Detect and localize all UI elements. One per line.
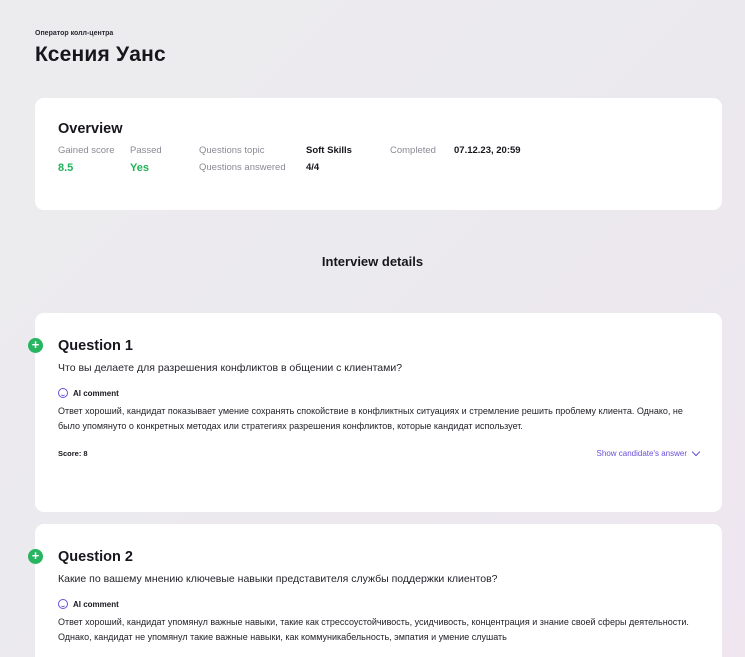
overview-title: Overview	[58, 121, 123, 137]
question-score: Score: 8	[58, 449, 88, 458]
question-title: Question 1	[58, 338, 133, 354]
ai-comment-header: AI comment	[58, 599, 699, 609]
question-card: + Question 1 Что вы делаете для разрешен…	[28, 313, 722, 512]
ai-comment-label: AI comment	[73, 388, 119, 398]
smile-icon	[58, 388, 68, 398]
candidate-name: Ксения Уанс	[35, 43, 166, 66]
ai-comment-text: Ответ хороший, кандидат показывает умени…	[58, 406, 683, 431]
plus-icon[interactable]: +	[28, 549, 43, 564]
interview-details-title: Interview details	[321, 254, 424, 269]
topic-label: Questions topic	[199, 145, 265, 156]
overview-card: Overview Gained score 8.5 Passed Yes Que…	[35, 98, 722, 210]
topic-value: Soft Skills	[306, 145, 352, 156]
completed-value: 07.12.23, 20:59	[454, 145, 521, 156]
gained-score-label: Gained score	[58, 145, 115, 156]
gained-score-value: 8.5	[58, 162, 74, 174]
page-header: Оператор колл-центра Ксения Уанс	[35, 30, 166, 67]
question-text: Какие по вашему мнению ключевые навыки п…	[58, 573, 498, 585]
ai-comment-header: AI comment	[58, 388, 699, 398]
smile-icon	[58, 599, 68, 609]
candidate-role: Оператор колл-центра	[35, 30, 114, 37]
answered-value: 4/4	[306, 162, 320, 173]
answered-label: Questions answered	[199, 162, 286, 173]
overview-stats: Gained score 8.5 Passed Yes Questions to…	[58, 145, 722, 185]
question-title: Question 2	[58, 549, 133, 565]
completed-label: Completed	[390, 145, 436, 156]
show-answer-label: Show candidate's answer	[596, 449, 687, 458]
chevron-down-icon	[691, 447, 701, 457]
plus-icon[interactable]: +	[28, 338, 43, 353]
passed-label: Passed	[130, 145, 162, 156]
question-card: + Question 2 Какие по вашему мнению ключ…	[28, 524, 722, 657]
show-answer-button[interactable]: Show candidate's answer	[596, 447, 701, 458]
ai-comment-label: AI comment	[73, 599, 119, 609]
question-text: Что вы делаете для разрешения конфликтов…	[58, 362, 403, 374]
question-footer: Score: 8 Show candidate's answer	[58, 447, 701, 458]
ai-comment-text: Ответ хороший, кандидат упомянул важные …	[58, 617, 689, 642]
passed-value: Yes	[130, 162, 149, 174]
